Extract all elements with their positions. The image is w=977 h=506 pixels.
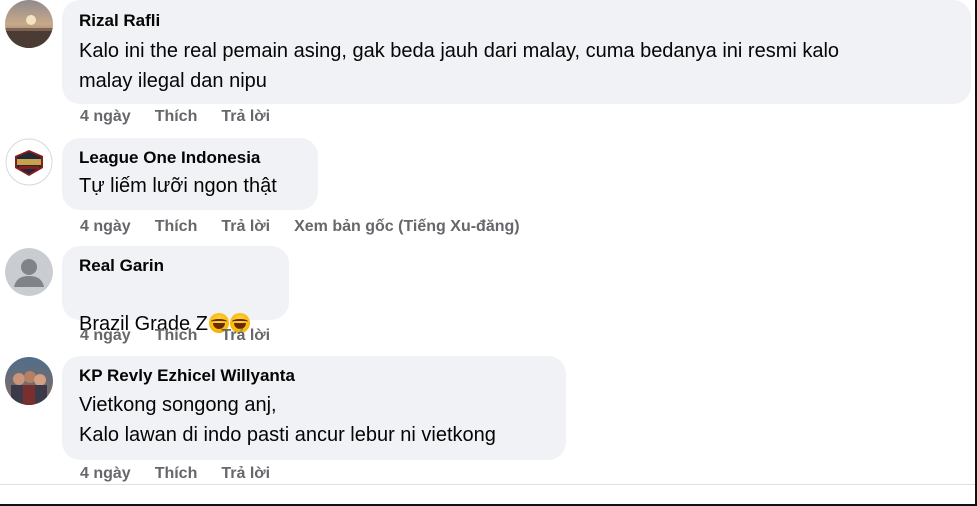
comment-actions: 4 ngày Thích Trả lời: [80, 108, 294, 126]
comment-timestamp[interactable]: 4 ngày: [80, 465, 131, 483]
avatar[interactable]: [5, 0, 53, 48]
comment-text: Vietkong songong anj, Kalo lawan di indo…: [79, 394, 496, 446]
comment-author[interactable]: Real Garin: [79, 255, 273, 277]
like-button[interactable]: Thích: [155, 465, 198, 483]
sunset-photo-avatar-icon: [5, 0, 53, 48]
comments-panel: Rizal Rafli Kalo ini the real pemain asi…: [0, 0, 977, 506]
like-button[interactable]: Thích: [155, 108, 198, 126]
group-photo-avatar-icon: [5, 357, 53, 405]
avatar[interactable]: [5, 138, 53, 186]
reply-button[interactable]: Trả lời: [221, 218, 270, 236]
avatar[interactable]: [5, 357, 53, 405]
comment-timestamp[interactable]: 4 ngày: [80, 327, 131, 345]
comment-bubble: KP Revly Ezhicel Willyanta Vietkong song…: [62, 356, 566, 460]
comment-timestamp[interactable]: 4 ngày: [80, 218, 131, 236]
comment-bubble: League One Indonesia Tự liếm lưỡi ngon t…: [62, 138, 318, 210]
comment-bubble: Real Garin Brazil Grade Z: [62, 246, 289, 335]
comment-author[interactable]: League One Indonesia: [79, 147, 302, 169]
comment-actions: 4 ngày Thích Trả lời: [80, 465, 294, 483]
reply-button[interactable]: Trả lời: [221, 108, 270, 126]
see-original-translation-link[interactable]: Xem bản gốc (Tiếng Xu-đăng): [294, 218, 520, 236]
comment-text: Tự liếm lưỡi ngon thật: [79, 175, 277, 197]
reply-button[interactable]: Trả lời: [221, 327, 270, 345]
bottom-divider: [0, 484, 975, 485]
default-user-avatar-icon: [5, 248, 53, 296]
comment-text: Kalo ini the real pemain asing, gak beda…: [79, 40, 840, 92]
comment-bubble: Rizal Rafli Kalo ini the real pemain asi…: [62, 0, 971, 104]
comment-actions: 4 ngày Thích Trả lời: [80, 327, 294, 345]
comment-actions: 4 ngày Thích Trả lời Xem bản gốc (Tiếng …: [80, 218, 544, 236]
comment-timestamp[interactable]: 4 ngày: [80, 108, 131, 126]
like-button[interactable]: Thích: [155, 218, 198, 236]
league-one-logo-icon: [5, 138, 53, 186]
like-button[interactable]: Thích: [155, 327, 198, 345]
reply-button[interactable]: Trả lời: [221, 465, 270, 483]
avatar[interactable]: [5, 248, 53, 296]
comment-author[interactable]: Rizal Rafli: [79, 10, 955, 32]
comment-author[interactable]: KP Revly Ezhicel Willyanta: [79, 365, 550, 387]
